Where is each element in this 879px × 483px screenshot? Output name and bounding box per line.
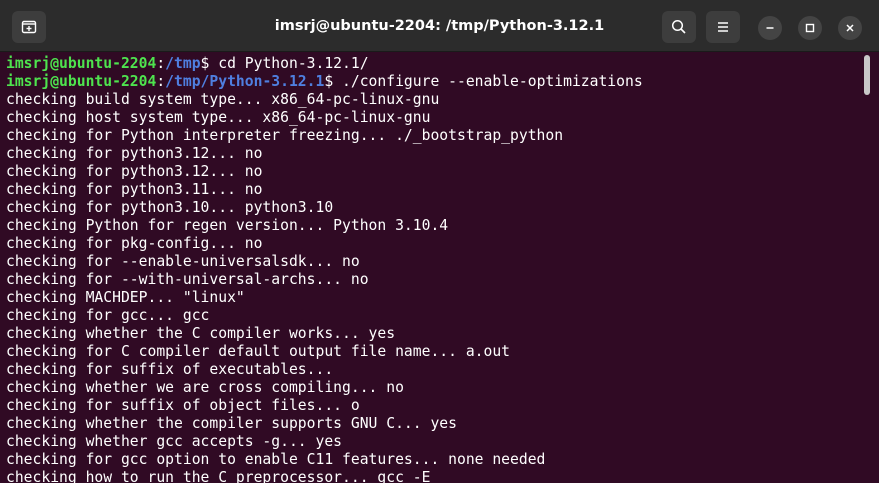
window-title: imsrj@ubuntu-2204: /tmp/Python-3.12.1 bbox=[274, 18, 605, 34]
maximize-button[interactable] bbox=[798, 16, 822, 40]
output-line: checking how to run the C preprocessor..… bbox=[6, 469, 431, 483]
prompt-separator: : bbox=[156, 55, 166, 72]
scrollbar-thumb[interactable] bbox=[864, 55, 870, 95]
maximize-icon bbox=[805, 23, 815, 33]
menu-button[interactable] bbox=[706, 11, 740, 43]
output-line: checking whether the C compiler works...… bbox=[6, 325, 396, 342]
output-line: checking for gcc option to enable C11 fe… bbox=[6, 451, 546, 468]
minimize-button[interactable] bbox=[758, 16, 782, 40]
search-icon bbox=[671, 19, 686, 34]
output-line: checking for python3.11... no bbox=[6, 181, 263, 198]
output-line: checking Python for regen version... Pyt… bbox=[6, 217, 449, 234]
output-line: checking for C compiler default output f… bbox=[6, 343, 511, 360]
output-line: checking host system type... x86_64-pc-l… bbox=[6, 109, 431, 126]
title-bar: imsrj@ubuntu-2204: /tmp/Python-3.12.1 bbox=[0, 0, 879, 52]
prompt-symbol: $ bbox=[324, 73, 334, 90]
output-line: checking for --enable-universalsdk... no bbox=[6, 253, 360, 270]
output-line: checking for suffix of executables... bbox=[6, 361, 334, 378]
output-line: checking whether gcc accepts -g... yes bbox=[6, 433, 343, 450]
new-tab-icon bbox=[21, 20, 37, 34]
output-line: checking build system type... x86_64-pc-… bbox=[6, 91, 440, 108]
prompt-user: imsrj@ubuntu-2204 bbox=[6, 73, 157, 90]
prompt-command: ./configure --enable-optimizations bbox=[333, 73, 643, 90]
terminal-content[interactable]: imsrj@ubuntu-2204:/tmp $ cd Python-3.12.1… bbox=[0, 52, 879, 483]
prompt-line: imsrj@ubuntu-2204:/tmp/Python-3.12.1$ ./… bbox=[6, 73, 879, 91]
output-line: checking whether the compiler supports G… bbox=[6, 415, 457, 432]
output-line: checking for gcc... gcc bbox=[6, 307, 210, 324]
prompt-command: cd Python-3.12.1/ bbox=[209, 55, 369, 72]
prompt-separator: : bbox=[156, 73, 166, 90]
close-button[interactable] bbox=[838, 16, 862, 40]
terminal-window: imsrj@ubuntu-2204: /tmp/Python-3.12.1 im… bbox=[0, 0, 879, 483]
output-line: checking for pkg-config... no bbox=[6, 235, 263, 252]
output-line: checking for python3.12... no bbox=[6, 145, 263, 162]
minimize-icon bbox=[766, 27, 774, 29]
output-line: checking whether we are cross compiling.… bbox=[6, 379, 404, 396]
output-line: checking for python3.12... no bbox=[6, 163, 263, 180]
new-tab-button[interactable] bbox=[12, 11, 46, 43]
prompt-path: /tmp bbox=[165, 55, 201, 72]
prompt-path: /tmp/Python-3.12.1 bbox=[165, 73, 325, 90]
output-line: checking for suffix of object files... o bbox=[6, 397, 360, 414]
output-line: checking MACHDEP... "linux" bbox=[6, 289, 245, 306]
prompt-line: imsrj@ubuntu-2204:/tmp$ cd Python-3.12.1… bbox=[6, 55, 879, 73]
prompt-user: imsrj@ubuntu-2204 bbox=[6, 55, 157, 72]
search-button[interactable] bbox=[662, 11, 696, 43]
output-line: checking for --with-universal-archs... n… bbox=[6, 271, 369, 288]
output-line: checking for python3.10... python3.10 bbox=[6, 199, 334, 216]
close-icon bbox=[846, 24, 854, 32]
output-line: checking for Python interpreter freezing… bbox=[6, 127, 564, 144]
hamburger-menu-icon bbox=[718, 22, 728, 32]
